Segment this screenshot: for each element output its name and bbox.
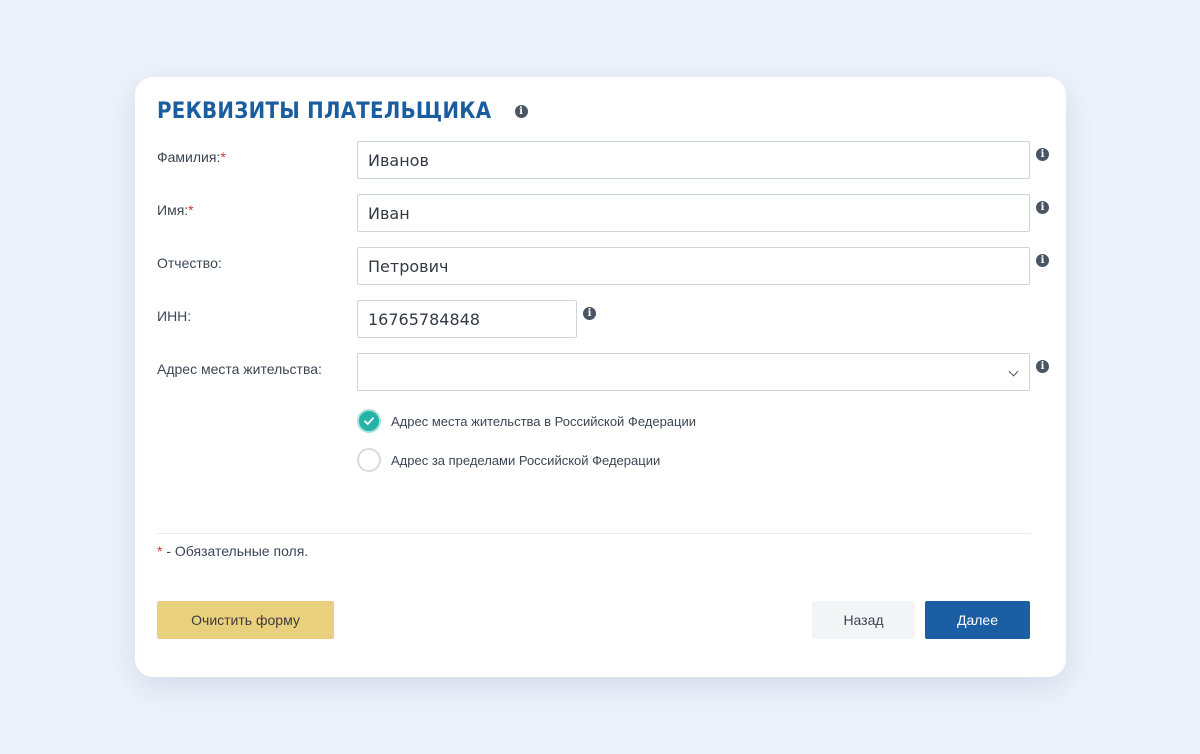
info-icon[interactable]: i (514, 104, 528, 118)
payer-details-card: РЕКВИЗИТЫ ПЛАТЕЛЬЩИКА i Фамилия:* i Имя:… (135, 77, 1066, 677)
patronymic-label: Отчество: (157, 255, 222, 271)
page-title: РЕКВИЗИТЫ ПЛАТЕЛЬЩИКА (157, 98, 492, 124)
radio-label: Адрес за пределами Российской Федерации (391, 452, 661, 468)
info-icon[interactable]: i (1036, 148, 1049, 161)
inn-label: ИНН: (157, 308, 192, 324)
inn-input[interactable] (357, 300, 577, 338)
address-select[interactable] (357, 353, 1030, 391)
surname-input[interactable] (357, 141, 1030, 179)
back-button[interactable]: Назад (812, 601, 915, 639)
name-label: Имя:* (157, 202, 194, 218)
divider (157, 533, 1030, 534)
radio-unchecked[interactable] (357, 448, 381, 472)
chevron-down-icon (1008, 366, 1019, 377)
info-icon[interactable]: i (1036, 254, 1049, 267)
patronymic-input[interactable] (357, 247, 1030, 285)
required-fields-note: * - Обязательные поля. (157, 543, 309, 559)
check-icon (364, 417, 374, 425)
radio-address-abroad[interactable]: Адрес за пределами Российской Федерации (357, 448, 660, 472)
name-input[interactable] (357, 194, 1030, 232)
next-button[interactable]: Далее (925, 601, 1030, 639)
address-label: Адрес места жительства: (157, 361, 322, 377)
info-icon[interactable]: i (1036, 360, 1049, 373)
required-mark: * (220, 149, 226, 165)
required-mark: * (188, 202, 194, 218)
info-icon[interactable]: i (583, 307, 596, 320)
radio-checked[interactable] (357, 409, 381, 433)
clear-form-button[interactable]: Очистить форму (157, 601, 334, 639)
radio-label: Адрес места жительства в Российской Феде… (391, 413, 697, 429)
title-row: РЕКВИЗИТЫ ПЛАТЕЛЬЩИКА i (157, 96, 528, 126)
surname-label: Фамилия:* (157, 149, 226, 165)
info-icon[interactable]: i (1036, 201, 1049, 214)
radio-address-rf[interactable]: Адрес места жительства в Российской Феде… (357, 409, 696, 433)
